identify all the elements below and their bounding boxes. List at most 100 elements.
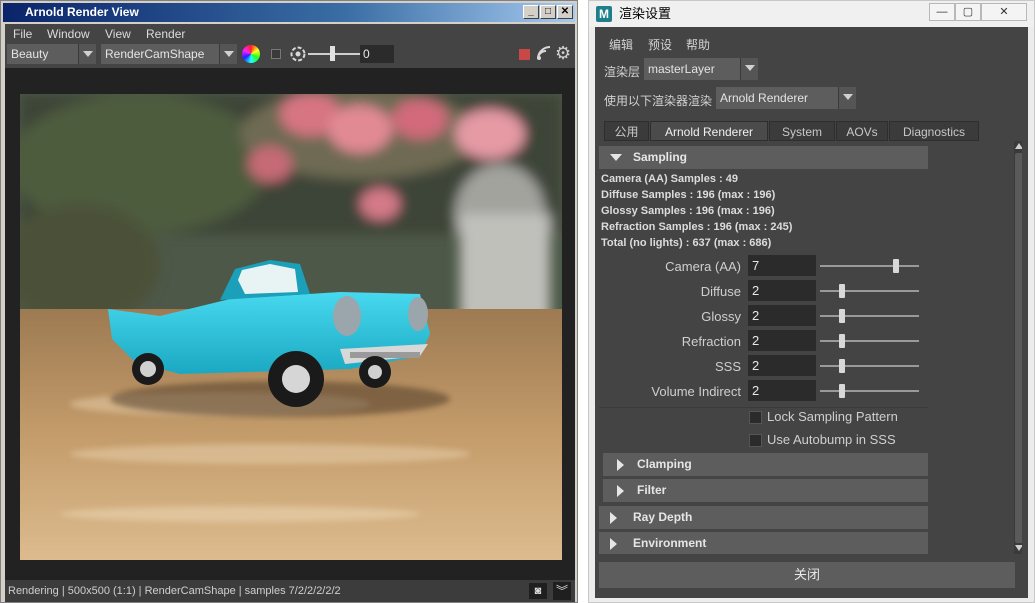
render-settings-title: 渲染设置 (619, 6, 672, 21)
render-layer-value: masterLayer (648, 62, 715, 76)
camera-snapshot-icon[interactable]: ◙ (529, 583, 547, 599)
menu-presets[interactable]: 预设 (648, 36, 672, 53)
param-label: Diffuse (700, 284, 741, 299)
toggle-square-icon[interactable] (271, 49, 281, 59)
param-label: Volume Indirect (651, 384, 741, 399)
triangle-right-icon (610, 538, 617, 550)
maximize-button[interactable]: □ (540, 5, 556, 19)
autobump-sss-checkbox[interactable] (749, 434, 762, 447)
menu-view[interactable]: View (105, 27, 131, 41)
section-ray-depth[interactable]: Ray Depth (599, 506, 928, 529)
maya-logo-icon: M (596, 6, 612, 22)
param-slider-handle[interactable] (838, 284, 845, 298)
triangle-down-icon (610, 154, 622, 161)
param-label: SSS (714, 359, 741, 374)
menu-edit[interactable]: 编辑 (609, 36, 633, 53)
render-view-titlebar: Arnold Render View _ □ ✕ (3, 3, 575, 22)
param-input[interactable]: 7 (748, 255, 816, 276)
render-view-menubar: File Window View Render (5, 24, 575, 44)
render-view-title: Arnold Render View (25, 5, 139, 19)
minimize-button[interactable]: _ (523, 5, 539, 19)
sampling-info: Camera (AA) Samples : 49 (601, 173, 738, 185)
triangle-right-icon (610, 512, 617, 524)
tab-diagnostics[interactable]: Diagnostics (889, 121, 979, 141)
refresh-render-icon[interactable] (536, 45, 552, 61)
scrollbar-thumb[interactable] (1015, 153, 1022, 543)
renderer-combo[interactable]: Arnold Renderer (716, 87, 856, 109)
render-status-bar: Rendering | 500x500 (1:1) | RenderCamSha… (5, 580, 575, 602)
tab-arnold-renderer[interactable]: Arnold Renderer (650, 121, 768, 141)
scroll-up-arrow[interactable] (1015, 143, 1022, 149)
param-slider[interactable] (820, 315, 919, 317)
camera-combo-value: RenderCamShape (105, 47, 205, 61)
divider (599, 407, 928, 408)
lock-sampling-checkbox[interactable] (749, 411, 762, 424)
aperture-icon[interactable] (290, 46, 306, 62)
menu-file[interactable]: File (13, 27, 32, 41)
renderer-value: Arnold Renderer (720, 91, 809, 105)
param-slider-handle[interactable] (838, 309, 845, 323)
panel-scrollbar[interactable] (1014, 141, 1022, 554)
maximize-button[interactable]: ▢ (955, 3, 981, 21)
section-sampling-label: Sampling (633, 150, 688, 164)
render-settings-window: M 渲染设置 — ▢ ✕ 编辑 预设 帮助 渲染层 masterLayer 使用… (588, 0, 1035, 603)
color-wheel-icon[interactable] (242, 45, 260, 63)
param-slider-handle[interactable] (838, 384, 845, 398)
close-window-button[interactable]: ✕ (981, 3, 1027, 21)
param-input[interactable]: 2 (748, 355, 816, 376)
chevron-double-down-icon[interactable]: ︾ (553, 582, 571, 600)
camera-combo[interactable]: RenderCamShape (101, 44, 237, 64)
sampling-info: Glossy Samples : 196 (max : 196) (601, 205, 775, 217)
tab-aovs[interactable]: AOVs (836, 121, 888, 141)
chevron-down-icon (838, 87, 856, 109)
gear-icon[interactable]: ⚙ (555, 43, 571, 64)
param-label: Camera (AA) (665, 259, 741, 274)
param-slider[interactable] (820, 365, 919, 367)
aov-combo-value: Beauty (11, 47, 49, 61)
menu-render[interactable]: Render (146, 27, 185, 41)
sampling-info: Refraction Samples : 196 (max : 245) (601, 221, 793, 233)
param-slider-handle[interactable] (893, 259, 900, 273)
close-button[interactable]: ✕ (557, 5, 573, 19)
menu-window[interactable]: Window (47, 27, 90, 41)
section-clamping[interactable]: Clamping (603, 453, 928, 476)
exposure-input[interactable]: 0 (360, 45, 394, 63)
param-label: Refraction (681, 334, 741, 349)
param-slider[interactable] (820, 265, 919, 267)
tab-system[interactable]: System (769, 121, 835, 141)
section-environment[interactable]: Environment (599, 532, 928, 554)
render-status-text: Rendering | 500x500 (1:1) | RenderCamSha… (8, 585, 341, 597)
param-label: Glossy (701, 309, 741, 324)
triangle-right-icon (617, 485, 624, 497)
aov-combo[interactable]: Beauty (7, 44, 96, 64)
param-slider[interactable] (820, 290, 919, 292)
scroll-down-arrow[interactable] (1015, 545, 1022, 551)
sampling-info: Diffuse Samples : 196 (max : 196) (601, 189, 776, 201)
param-input[interactable]: 2 (748, 305, 816, 326)
chevron-down-icon (219, 44, 237, 64)
close-button[interactable]: 关闭 (599, 562, 1015, 588)
param-input[interactable]: 2 (748, 380, 816, 401)
exposure-slider-handle[interactable] (330, 46, 335, 61)
param-input[interactable]: 2 (748, 280, 816, 301)
sampling-info: Total (no lights) : 637 (max : 686) (601, 237, 772, 249)
autobump-sss-label: Use Autobump in SSS (767, 432, 896, 447)
section-filter[interactable]: Filter (603, 479, 928, 502)
chevron-down-icon (740, 58, 758, 80)
param-slider-handle[interactable] (838, 334, 845, 348)
render-viewport[interactable] (5, 68, 575, 580)
render-layer-combo[interactable]: masterLayer (644, 58, 758, 80)
menu-help[interactable]: 帮助 (686, 36, 710, 53)
section-environment-label: Environment (633, 536, 707, 550)
param-slider[interactable] (820, 340, 919, 342)
render-view-toolbar: Beauty RenderCamShape 0 ⚙ (5, 43, 575, 66)
triangle-right-icon (617, 459, 624, 471)
settings-panel: Sampling Camera (AA) Samples : 49 Diffus… (599, 141, 1022, 554)
param-slider[interactable] (820, 390, 919, 392)
stop-icon[interactable] (519, 49, 530, 60)
tab-common[interactable]: 公用 (604, 121, 649, 141)
param-input[interactable]: 2 (748, 330, 816, 351)
section-sampling[interactable]: Sampling (599, 146, 928, 169)
minimize-button[interactable]: — (929, 3, 955, 21)
param-slider-handle[interactable] (838, 359, 845, 373)
